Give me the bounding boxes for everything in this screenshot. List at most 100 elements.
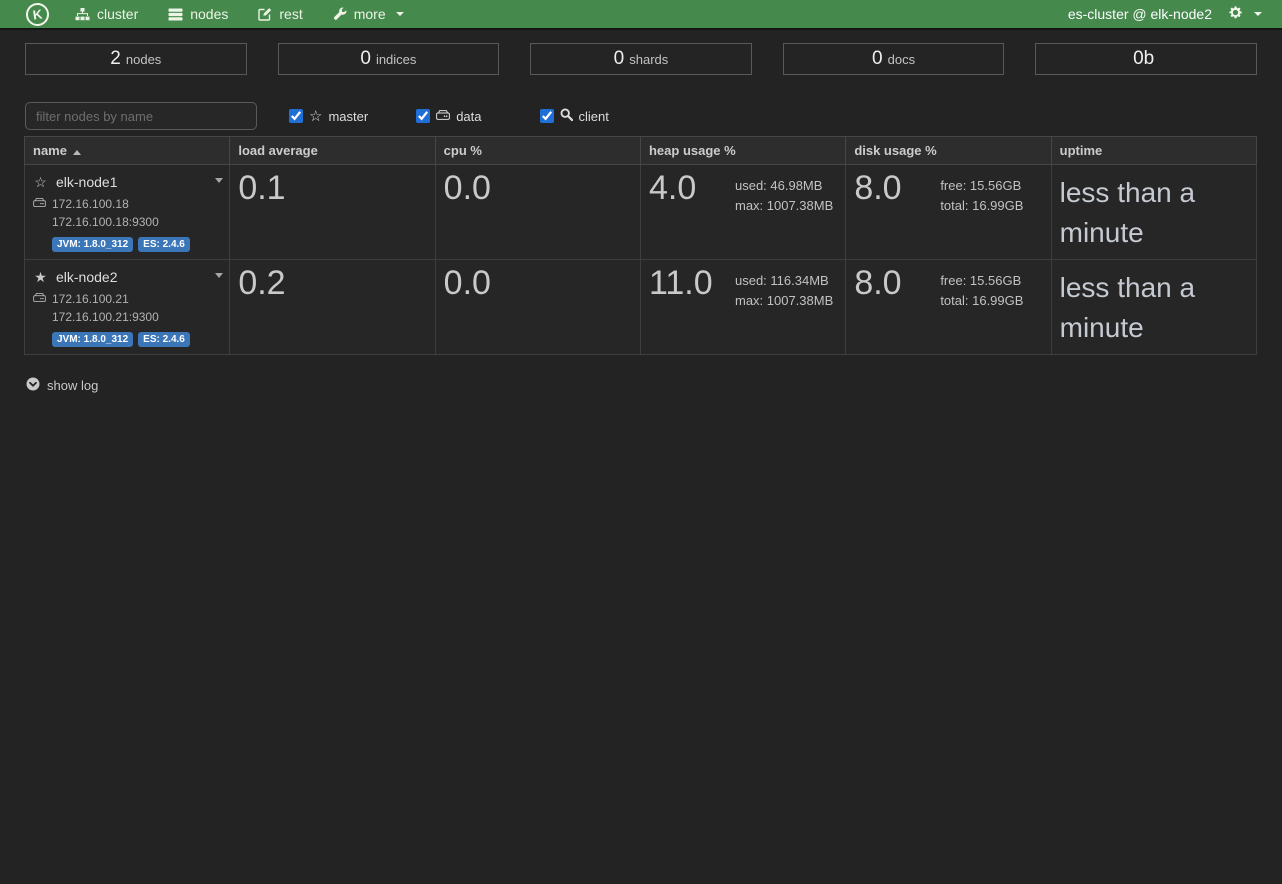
heap-max: max: 1007.38MB bbox=[735, 196, 833, 216]
hdd-icon bbox=[436, 109, 450, 124]
node-title: ☆ elk-node1 bbox=[33, 174, 221, 190]
stat-size: 0b bbox=[1035, 43, 1257, 75]
disk-free: free: 15.56GB bbox=[940, 271, 1023, 291]
nav-item-label: cluster bbox=[97, 6, 138, 22]
node-name: elk-node2 bbox=[56, 269, 118, 285]
node-actions-dropdown[interactable] bbox=[215, 273, 223, 278]
column-header-label: name bbox=[33, 143, 67, 158]
heap-max: max: 1007.38MB bbox=[735, 291, 833, 311]
node-name: elk-node1 bbox=[56, 174, 118, 190]
cpu-cell: 0.0 bbox=[435, 165, 640, 260]
cluster-stats: 2 nodes 0 indices 0 shards 0 docs 0b bbox=[25, 43, 1257, 75]
nav-item-nodes[interactable]: nodes bbox=[168, 6, 228, 22]
navbar: K cluster nodes rest more es-cluster @ e… bbox=[0, 0, 1282, 30]
data-checkbox[interactable] bbox=[416, 109, 430, 123]
client-checkbox[interactable] bbox=[540, 109, 554, 123]
disk-details: free: 15.56GB total: 16.99GB bbox=[940, 171, 1023, 216]
column-header-label: uptime bbox=[1060, 143, 1103, 158]
column-header-label: disk usage % bbox=[854, 143, 936, 158]
chevron-down-icon bbox=[1254, 12, 1262, 16]
hdd-icon bbox=[33, 292, 46, 306]
load-average-value: 0.2 bbox=[238, 266, 426, 302]
navbar-right: es-cluster @ elk-node2 bbox=[1068, 5, 1262, 23]
load-average-value: 0.1 bbox=[238, 171, 426, 207]
jvm-version-badge: JVM: 1.8.0_312 bbox=[52, 332, 133, 347]
uptime-value: less than a minute bbox=[1060, 266, 1248, 348]
disk-percent-value: 8.0 bbox=[854, 171, 940, 216]
node-actions-dropdown[interactable] bbox=[215, 178, 223, 183]
nav-item-label: rest bbox=[279, 6, 302, 22]
cpu-cell: 0.0 bbox=[435, 260, 640, 355]
checkbox-label: master bbox=[328, 109, 368, 124]
stat-value: 0 bbox=[360, 48, 371, 70]
node-badges: JVM: 1.8.0_312 ES: 2.4.6 bbox=[52, 332, 221, 347]
node-title: ★ elk-node2 bbox=[33, 269, 221, 285]
disk-total: total: 16.99GB bbox=[940, 196, 1023, 216]
es-version-badge: ES: 2.4.6 bbox=[138, 332, 190, 347]
node-name-cell: ☆ elk-node1 172.16.100.18 172.16.100.18:… bbox=[25, 165, 230, 260]
disk-total: total: 16.99GB bbox=[940, 291, 1023, 311]
stat-indices: 0 indices bbox=[278, 43, 500, 75]
stat-shards: 0 shards bbox=[530, 43, 752, 75]
nav-item-label: nodes bbox=[190, 6, 228, 22]
wrench-icon bbox=[333, 7, 347, 21]
nav-item-cluster[interactable]: cluster bbox=[75, 6, 138, 22]
master-checkbox[interactable] bbox=[289, 109, 303, 123]
nav-item-more[interactable]: more bbox=[333, 6, 404, 22]
cluster-connection-label: es-cluster @ elk-node2 bbox=[1068, 6, 1212, 22]
filter-checkbox-client[interactable]: client bbox=[540, 108, 609, 124]
es-version-badge: ES: 2.4.6 bbox=[138, 237, 190, 252]
heap-details: used: 116.34MB max: 1007.38MB bbox=[735, 266, 833, 311]
stat-value: 0 bbox=[872, 48, 883, 70]
column-header-cpu: cpu % bbox=[435, 137, 640, 165]
filter-checkbox-data[interactable]: data bbox=[416, 109, 481, 124]
table-row: ☆ elk-node1 172.16.100.18 172.16.100.18:… bbox=[25, 165, 1257, 260]
nav-item-label: more bbox=[354, 6, 386, 22]
node-ip: 172.16.100.21 bbox=[52, 292, 129, 306]
disk-usage-cell: 8.0 free: 15.56GB total: 16.99GB bbox=[846, 165, 1051, 260]
show-log-toggle[interactable]: show log bbox=[26, 377, 98, 394]
edit-icon bbox=[258, 7, 272, 21]
disk-details: free: 15.56GB total: 16.99GB bbox=[940, 266, 1023, 311]
star-outline-icon: ☆ bbox=[33, 175, 48, 189]
star-outline-icon: ☆ bbox=[309, 109, 322, 124]
chevron-circle-down-icon bbox=[26, 377, 40, 394]
heap-details: used: 46.98MB max: 1007.38MB bbox=[735, 171, 833, 216]
settings-menu[interactable] bbox=[1228, 5, 1262, 23]
uptime-value: less than a minute bbox=[1060, 171, 1248, 253]
column-header-disk-usage: disk usage % bbox=[846, 137, 1051, 165]
show-log-label: show log bbox=[47, 378, 98, 393]
nav-item-rest[interactable]: rest bbox=[258, 6, 302, 22]
kopf-logo[interactable]: K bbox=[25, 1, 51, 27]
uptime-cell: less than a minute bbox=[1051, 260, 1256, 355]
star-filled-icon: ★ bbox=[33, 270, 48, 284]
stat-label: shards bbox=[629, 52, 668, 67]
table-row: ★ elk-node2 172.16.100.21 172.16.100.21:… bbox=[25, 260, 1257, 355]
chevron-down-icon bbox=[396, 12, 404, 16]
column-header-heap-usage: heap usage % bbox=[640, 137, 845, 165]
load-average-cell: 0.1 bbox=[230, 165, 435, 260]
server-icon bbox=[168, 8, 183, 21]
filter-row: ☆ master data client bbox=[25, 102, 1257, 130]
heap-usage-cell: 4.0 used: 46.98MB max: 1007.38MB bbox=[640, 165, 845, 260]
node-ip: 172.16.100.18 bbox=[52, 197, 129, 211]
stat-value: 0b bbox=[1133, 48, 1154, 70]
disk-free: free: 15.56GB bbox=[940, 176, 1023, 196]
column-header-name[interactable]: name bbox=[25, 137, 230, 165]
sort-asc-icon bbox=[73, 150, 81, 155]
cpu-value: 0.0 bbox=[444, 266, 632, 302]
cpu-value: 0.0 bbox=[444, 171, 632, 207]
node-name-cell: ★ elk-node2 172.16.100.21 172.16.100.21:… bbox=[25, 260, 230, 355]
stat-nodes: 2 nodes bbox=[25, 43, 247, 75]
hdd-icon bbox=[33, 197, 46, 211]
stat-value: 2 bbox=[110, 48, 121, 70]
heap-percent-value: 11.0 bbox=[649, 266, 735, 311]
stat-docs: 0 docs bbox=[783, 43, 1005, 75]
column-header-label: load average bbox=[238, 143, 318, 158]
node-ip-line: 172.16.100.18 bbox=[33, 197, 221, 211]
disk-usage-cell: 8.0 free: 15.56GB total: 16.99GB bbox=[846, 260, 1051, 355]
stat-label: indices bbox=[376, 52, 416, 67]
checkbox-label: client bbox=[579, 109, 609, 124]
filter-checkbox-master[interactable]: ☆ master bbox=[289, 109, 368, 124]
node-filter-input[interactable] bbox=[25, 102, 257, 130]
